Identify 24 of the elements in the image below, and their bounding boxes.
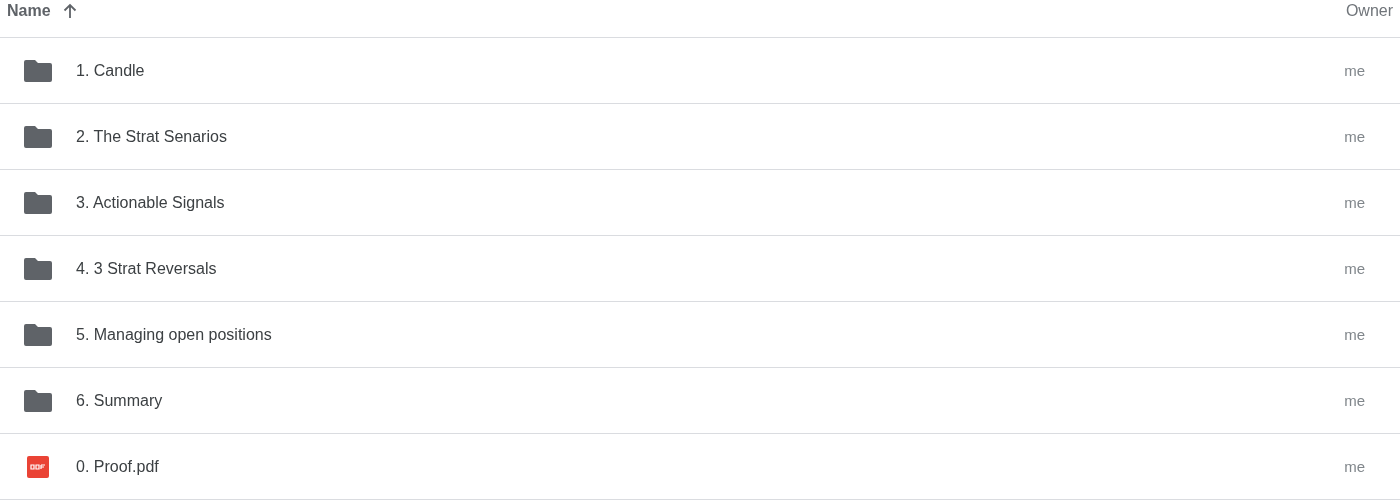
folder-icon [24, 191, 52, 214]
folder-icon [24, 257, 52, 280]
owner-text: me [1344, 326, 1365, 343]
folder-icon [24, 125, 52, 148]
column-header[interactable]: Name [7, 2, 51, 20]
owner-text: me [1344, 194, 1365, 211]
folder-icon [24, 389, 52, 412]
pdf-file-icon [27, 455, 49, 478]
column-header[interactable]: Owner [1345, 0, 1400, 20]
owner-text: me [1344, 392, 1365, 409]
file-name[interactable]: 3. Actionable Signals [76, 193, 1345, 212]
sort-arrow-icon[interactable] [62, 3, 77, 19]
owner-text: me [1344, 62, 1365, 79]
file-name[interactable]: 1. Candle [76, 61, 1345, 80]
folder-icon [24, 323, 52, 346]
owner-text: me [1344, 128, 1365, 145]
file-name[interactable]: 4. 3 Strat Reversals [76, 259, 1345, 278]
owner-text: me [1344, 458, 1365, 475]
folder-icon [24, 59, 52, 82]
file-name[interactable]: 5. Managing open positions [76, 325, 1345, 344]
file-name[interactable]: 2. The Strat Senarios [76, 127, 1345, 146]
file-name[interactable]: 6. Summary [76, 391, 1345, 410]
file-name[interactable]: 0. Proof.pdf [76, 457, 1345, 476]
owner-text: me [1344, 260, 1365, 277]
